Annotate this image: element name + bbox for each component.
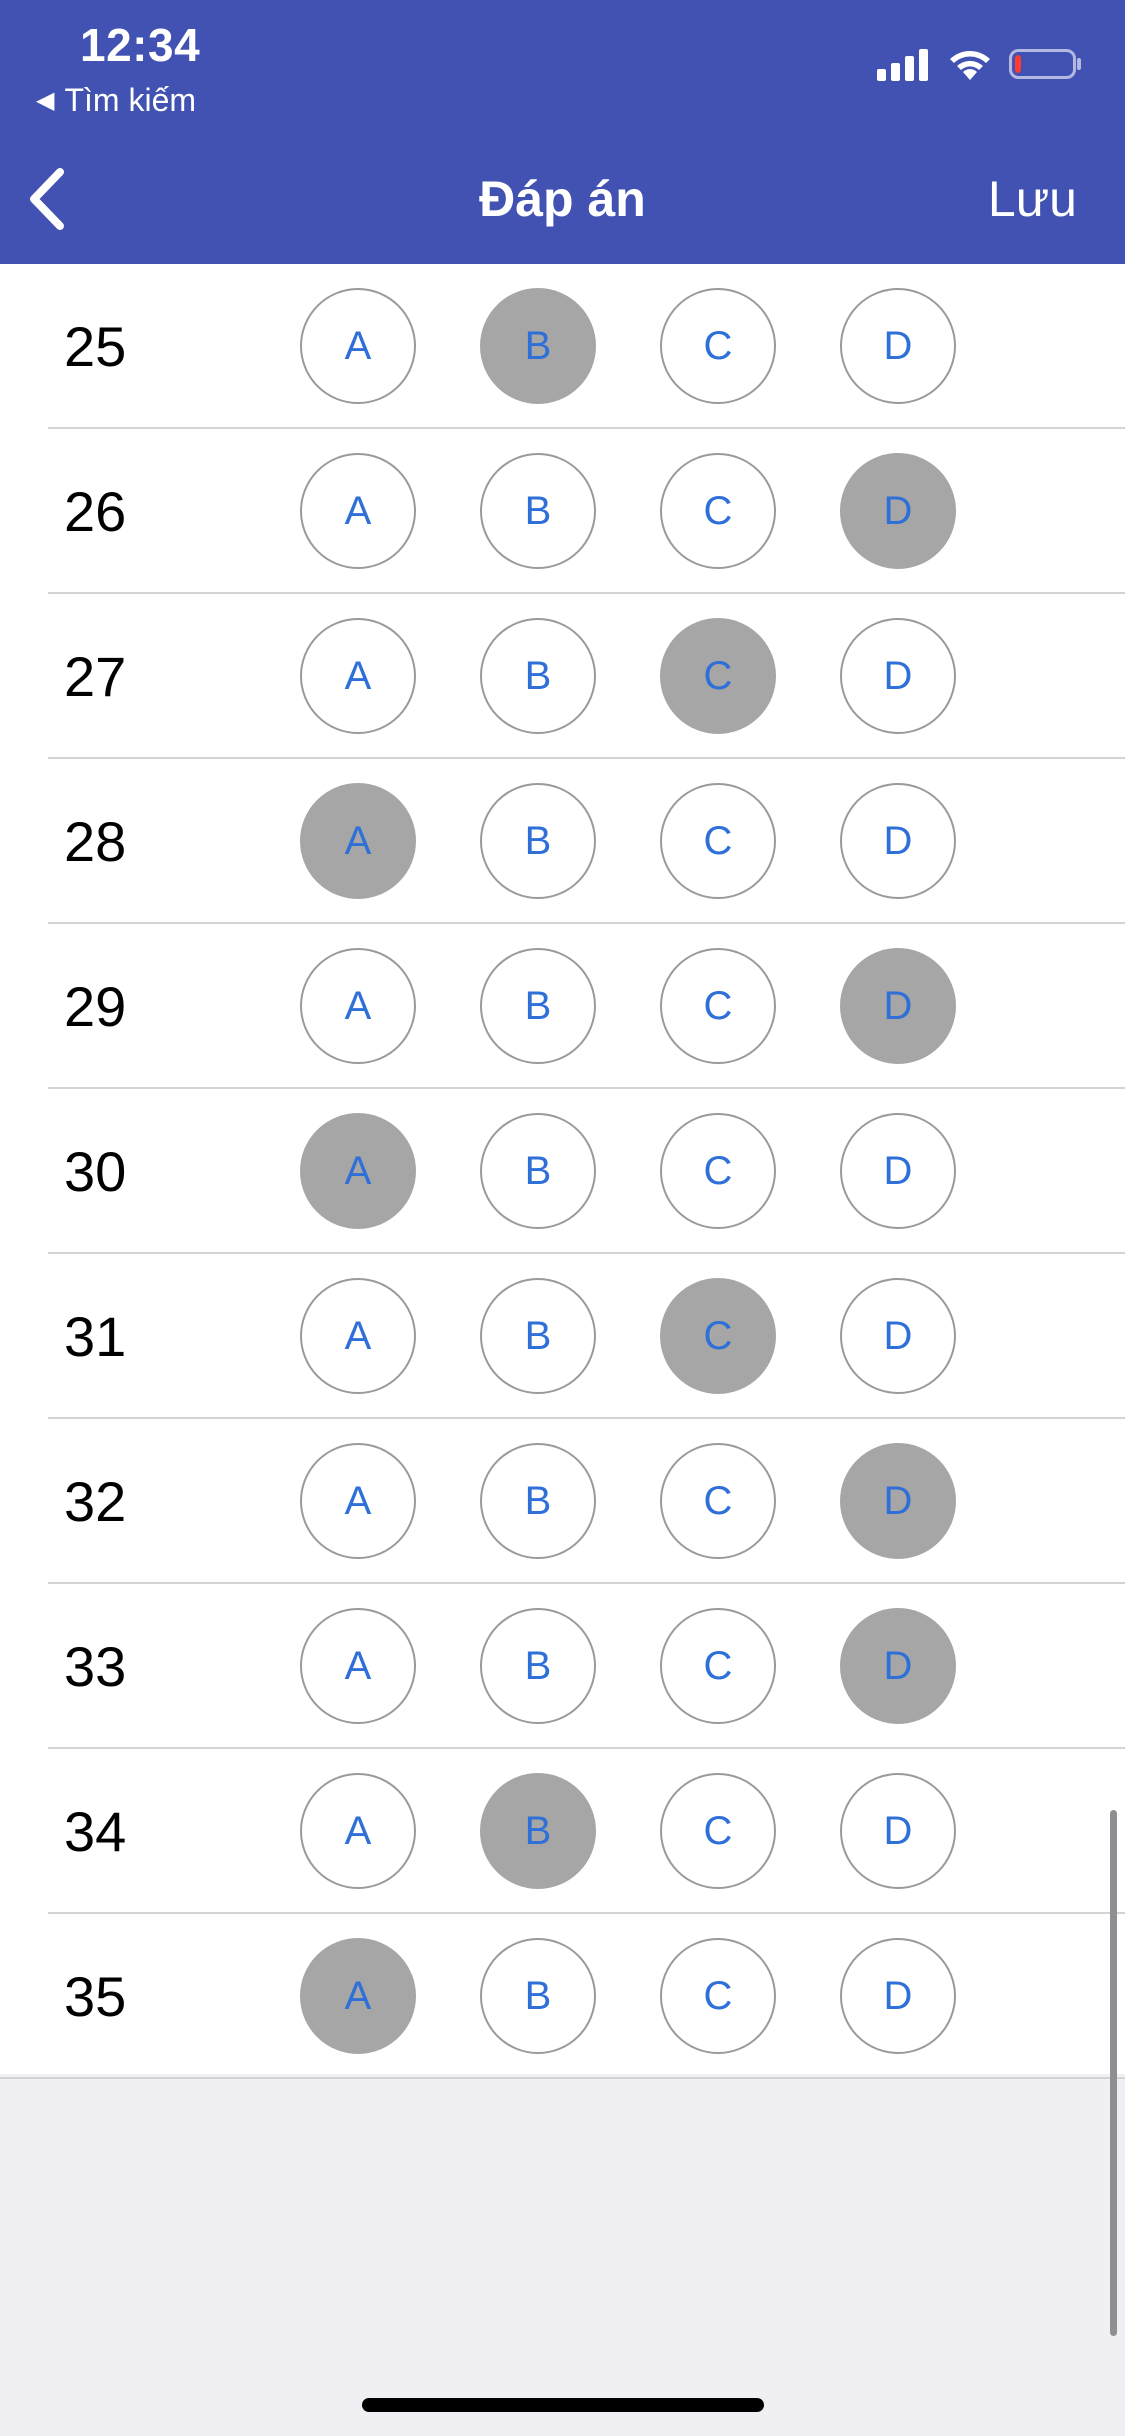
answer-list: 25 A B C D 26 A B C D 27 A B C D 28 A B C D 29 A B C D 30 A B C D 31 A B… bbox=[0, 264, 1125, 2079]
back-triangle-icon: ◀ bbox=[36, 87, 55, 114]
choice-c-button[interactable]: C bbox=[660, 1773, 776, 1889]
choice-d-button[interactable]: D bbox=[840, 1773, 956, 1889]
choice-a-button[interactable]: A bbox=[300, 948, 416, 1064]
cellular-signal-icon bbox=[877, 49, 928, 81]
choice-c-button[interactable]: C bbox=[660, 1443, 776, 1559]
choice-c-button[interactable]: C bbox=[660, 453, 776, 569]
answer-row: 30 A B C D bbox=[0, 1089, 1125, 1254]
question-number: 29 bbox=[64, 975, 127, 1038]
choice-c-button[interactable]: C bbox=[660, 288, 776, 404]
question-number: 31 bbox=[64, 1305, 127, 1368]
answer-row: 33 A B C D bbox=[0, 1584, 1125, 1749]
choice-d-button[interactable]: D bbox=[840, 1113, 956, 1229]
choice-c-button[interactable]: C bbox=[660, 948, 776, 1064]
choice-b-button[interactable]: B bbox=[480, 1443, 596, 1559]
choice-b-button[interactable]: B bbox=[480, 948, 596, 1064]
question-number: 26 bbox=[64, 480, 127, 543]
choice-b-button[interactable]: B bbox=[480, 453, 596, 569]
choice-a-button[interactable]: A bbox=[300, 453, 416, 569]
choice-d-button[interactable]: D bbox=[840, 948, 956, 1064]
question-number: 33 bbox=[64, 1635, 127, 1698]
choice-d-button[interactable]: D bbox=[840, 1443, 956, 1559]
scroll-indicator[interactable] bbox=[1110, 1810, 1117, 2336]
choice-a-button[interactable]: A bbox=[300, 1938, 416, 2054]
choice-c-button[interactable]: C bbox=[660, 1938, 776, 2054]
question-number: 25 bbox=[64, 315, 127, 378]
battery-icon bbox=[1009, 49, 1081, 79]
status-time: 12:34 bbox=[80, 19, 201, 71]
question-number: 30 bbox=[64, 1140, 127, 1203]
row-separator bbox=[0, 2077, 1125, 2079]
home-indicator[interactable] bbox=[362, 2398, 764, 2412]
question-number: 27 bbox=[64, 645, 127, 708]
back-to-app-label: Tìm kiếm bbox=[64, 82, 197, 118]
answer-row: 31 A B C D bbox=[0, 1254, 1125, 1419]
answer-row: 26 A B C D bbox=[0, 429, 1125, 594]
choice-c-button[interactable]: C bbox=[660, 1278, 776, 1394]
choice-b-button[interactable]: B bbox=[480, 618, 596, 734]
choice-a-button[interactable]: A bbox=[300, 1113, 416, 1229]
choice-d-button[interactable]: D bbox=[840, 783, 956, 899]
wifi-icon bbox=[950, 51, 990, 80]
answer-row: 32 A B C D bbox=[0, 1419, 1125, 1584]
question-number: 34 bbox=[64, 1800, 127, 1863]
answer-row: 28 A B C D bbox=[0, 759, 1125, 924]
choice-b-button[interactable]: B bbox=[480, 1773, 596, 1889]
choice-b-button[interactable]: B bbox=[480, 783, 596, 899]
choice-d-button[interactable]: D bbox=[840, 1938, 956, 2054]
status-icons bbox=[877, 46, 1083, 82]
choice-c-button[interactable]: C bbox=[660, 1113, 776, 1229]
save-button[interactable]: Lưu bbox=[988, 170, 1077, 228]
choice-d-button[interactable]: D bbox=[840, 1608, 956, 1724]
choice-b-button[interactable]: B bbox=[480, 1113, 596, 1229]
choice-b-button[interactable]: B bbox=[480, 288, 596, 404]
choice-a-button[interactable]: A bbox=[300, 1608, 416, 1724]
choice-b-button[interactable]: B bbox=[480, 1608, 596, 1724]
choice-a-button[interactable]: A bbox=[300, 783, 416, 899]
question-number: 35 bbox=[64, 1965, 127, 2028]
choice-b-button[interactable]: B bbox=[480, 1938, 596, 2054]
page-title: Đáp án bbox=[479, 171, 646, 227]
answer-row: 27 A B C D bbox=[0, 594, 1125, 759]
choice-d-button[interactable]: D bbox=[840, 1278, 956, 1394]
choice-a-button[interactable]: A bbox=[300, 288, 416, 404]
choice-a-button[interactable]: A bbox=[300, 618, 416, 734]
answer-row: 29 A B C D bbox=[0, 924, 1125, 1089]
answer-row: 25 A B C D bbox=[0, 264, 1125, 429]
choice-c-button[interactable]: C bbox=[660, 1608, 776, 1724]
choice-d-button[interactable]: D bbox=[840, 618, 956, 734]
answer-row: 34 A B C D bbox=[0, 1749, 1125, 1914]
question-number: 28 bbox=[64, 810, 127, 873]
question-number: 32 bbox=[64, 1470, 127, 1533]
choice-a-button[interactable]: A bbox=[300, 1278, 416, 1394]
top-bar: 12:34 ◀ Tìm kiếm Đáp án Lưu bbox=[0, 0, 1125, 264]
answer-row: 35 A B C D bbox=[0, 1914, 1125, 2079]
choice-d-button[interactable]: D bbox=[840, 288, 956, 404]
choice-a-button[interactable]: A bbox=[300, 1443, 416, 1559]
choice-d-button[interactable]: D bbox=[840, 453, 956, 569]
choice-a-button[interactable]: A bbox=[300, 1773, 416, 1889]
back-to-app-link[interactable]: ◀ Tìm kiếm bbox=[36, 82, 196, 119]
choice-b-button[interactable]: B bbox=[480, 1278, 596, 1394]
choice-c-button[interactable]: C bbox=[660, 783, 776, 899]
choice-c-button[interactable]: C bbox=[660, 618, 776, 734]
